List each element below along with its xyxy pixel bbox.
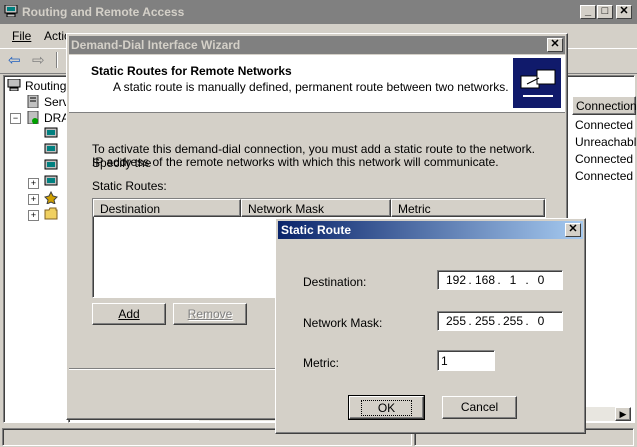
column-header-network-mask[interactable]: Network Mask (241, 199, 391, 217)
expand-icon[interactable]: + (28, 194, 39, 205)
server-status-icon (26, 110, 40, 125)
remove-button[interactable]: Remove (173, 303, 247, 325)
tree-item-server[interactable]: Serv (44, 95, 69, 109)
dialog-title-bar: Static Route ✕ (278, 221, 583, 239)
routing-icon (7, 78, 21, 92)
column-header-connection[interactable]: Connection (572, 96, 637, 115)
main-title-bar: Routing and Remote Access _ □ ✕ (0, 0, 637, 24)
metric-field[interactable]: 1 (437, 350, 495, 371)
cancel-button[interactable]: Cancel (442, 396, 517, 419)
forward-arrow-icon[interactable]: ⇨ (32, 51, 45, 69)
destination-label: Destination: (303, 275, 367, 289)
interface-icon (44, 127, 58, 140)
static-route-dialog: Static Route ✕ Destination: 192 . 168 . … (275, 218, 586, 434)
dialog-close-button[interactable]: ✕ (565, 223, 581, 237)
wizard-header: Static Routes for Remote Networks A stat… (69, 55, 565, 113)
column-header-metric[interactable]: Metric (391, 199, 545, 217)
wizard-network-icon (513, 58, 561, 108)
status-text: Connected (575, 169, 634, 183)
interface-icon (44, 143, 58, 156)
tree-item-routing[interactable]: Routing (25, 79, 66, 93)
minimize-button[interactable]: _ (580, 5, 596, 19)
wizard-body-text: IP address of the remote networks with w… (92, 155, 499, 169)
dialog-title: Static Route (281, 223, 352, 237)
folder-icon (44, 207, 58, 220)
wizard-close-button[interactable]: ✕ (547, 38, 563, 52)
network-mask-field[interactable]: 255 . 255 . 255 . 0 (437, 311, 563, 331)
interface-icon (44, 159, 58, 172)
destination-ip-field[interactable]: 192 . 168 . 1 . 0 (437, 270, 563, 290)
column-header-destination[interactable]: Destination (93, 199, 241, 217)
main-window-title: Routing and Remote Access (22, 5, 185, 19)
metric-label: Metric: (303, 356, 339, 370)
menu-file[interactable]: File (12, 29, 31, 43)
status-text: Connected (575, 152, 634, 166)
wizard-title-bar: Demand-Dial Interface Wizard ✕ (69, 36, 565, 54)
computer-icon (4, 4, 18, 18)
wizard-subheading: A static route is manually defined, perm… (113, 80, 509, 94)
back-arrow-icon[interactable]: ⇦ (8, 51, 21, 69)
static-routes-label: Static Routes: (92, 179, 167, 193)
tree-pane: Routing Serv − DRA + + + (3, 75, 69, 423)
expand-icon[interactable]: + (28, 178, 39, 189)
toolbar-divider (56, 52, 58, 68)
add-button[interactable]: Add (92, 303, 166, 325)
status-text: Connected (575, 118, 634, 132)
wizard-heading: Static Routes for Remote Networks (91, 64, 292, 78)
maximize-button[interactable]: □ (597, 5, 613, 19)
wizard-title: Demand-Dial Interface Wizard (71, 38, 241, 52)
collapse-icon[interactable]: − (10, 113, 21, 124)
expand-icon[interactable]: + (28, 210, 39, 221)
scroll-right-button[interactable]: ▶ (615, 407, 631, 421)
status-text: Unreachabl (575, 135, 637, 149)
server-icon (26, 94, 40, 109)
close-button[interactable]: ✕ (616, 5, 632, 19)
network-mask-label: Network Mask: (303, 316, 383, 330)
ok-button[interactable]: OK (348, 395, 425, 420)
interface-icon (44, 175, 58, 188)
policy-icon (44, 190, 58, 205)
